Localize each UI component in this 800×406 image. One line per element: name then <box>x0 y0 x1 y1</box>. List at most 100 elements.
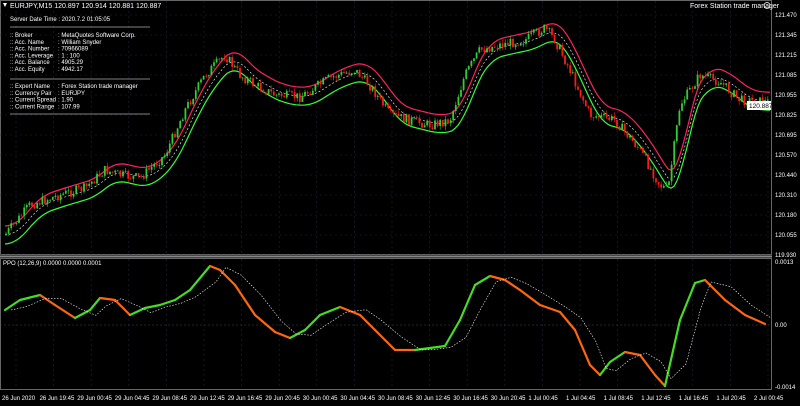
candle-body <box>631 135 634 141</box>
candle-body <box>634 141 637 147</box>
time-axis-label: 29 Jun 04:45 <box>115 396 150 402</box>
candle-body <box>439 119 442 126</box>
candle-body <box>220 58 223 60</box>
expert-info-label: :: Currency Pair <box>10 91 52 97</box>
time-axis-label: 1 Jul 08:45 <box>604 396 634 402</box>
candle-body <box>54 195 57 197</box>
candle-body <box>423 125 426 128</box>
candle-body <box>436 120 439 127</box>
candle-body <box>75 185 78 194</box>
candle-body <box>603 113 605 116</box>
candle-body <box>236 65 239 69</box>
candle-body <box>298 93 301 102</box>
candle-body <box>166 152 169 156</box>
candle-body <box>150 166 153 170</box>
candle-body <box>486 48 488 53</box>
candle-body <box>20 215 23 217</box>
candle-body <box>720 83 722 85</box>
time-axis-label: 29 Jun 00:45 <box>77 396 112 402</box>
candle-body <box>197 82 200 91</box>
candle-body <box>135 173 137 176</box>
candle-body <box>207 75 210 77</box>
candle-body <box>171 133 174 144</box>
candle-body <box>280 93 283 97</box>
osc-axis-label: -0.0014 <box>775 385 796 391</box>
candle-body <box>262 90 265 93</box>
candle-body <box>309 93 312 95</box>
candle-body <box>233 65 236 67</box>
time-axis-label: 1 Jul 04:45 <box>566 396 596 402</box>
candle-body <box>49 199 52 201</box>
expert-info-value: : 107.99 <box>58 104 80 110</box>
candle-body <box>64 190 67 194</box>
candle-body <box>285 90 288 98</box>
candle-body <box>722 83 725 85</box>
expert-info-value: : 1.90 <box>58 98 74 104</box>
candle-body <box>291 91 293 93</box>
account-info-value: : 1 : 100 <box>58 53 80 59</box>
candle-body <box>129 178 132 180</box>
candle-body <box>41 196 44 205</box>
candle-body <box>257 83 260 87</box>
candle-body <box>15 222 18 224</box>
candle-body <box>244 77 247 84</box>
account-info-label: :: Broker <box>10 33 33 39</box>
candle-body <box>374 86 377 97</box>
candle-body <box>379 95 382 98</box>
candle-body <box>189 102 192 105</box>
candle-body <box>569 65 572 74</box>
candle-body <box>400 114 403 117</box>
candle-body <box>148 168 150 170</box>
candle-body <box>597 116 600 118</box>
candle-body <box>187 102 189 109</box>
candle-body <box>80 186 83 192</box>
candle-body <box>704 75 707 77</box>
account-info-label: :: Acc. Name <box>10 40 45 46</box>
current-price-tag: 120.887 <box>747 101 773 110</box>
candle-body <box>25 205 28 208</box>
candle-body <box>499 43 501 49</box>
candle-body <box>366 75 369 86</box>
candle-body <box>184 108 187 120</box>
expert-info-label: :: Current Spread <box>10 98 56 104</box>
candle-body <box>200 79 202 83</box>
candle-body <box>252 78 254 87</box>
candle-body <box>605 113 608 118</box>
candle-body <box>608 117 611 121</box>
candle-body <box>205 75 208 77</box>
candle-body <box>293 92 296 99</box>
candle-body <box>480 47 483 50</box>
candle-body <box>311 90 314 95</box>
trading-chart[interactable]: 121.470121.345121.215121.085120.955120.8… <box>0 0 800 406</box>
price-axis-label: 120.570 <box>775 153 797 159</box>
time-axis-label: 2 Jul 00:45 <box>754 396 784 402</box>
price-axis-label: 120.695 <box>775 133 797 139</box>
account-info-value: : MetaQuotes Software Corp. <box>58 33 136 39</box>
candle-body <box>202 75 205 80</box>
candle-body <box>574 72 577 87</box>
candle-body <box>340 71 343 75</box>
candle-body <box>699 74 702 79</box>
candle-body <box>278 93 280 95</box>
candle-body <box>158 165 161 166</box>
candle-body <box>59 194 62 201</box>
current-price: 120.887 <box>749 103 773 110</box>
candle-body <box>504 42 507 47</box>
candle-body <box>730 92 733 97</box>
candle-body <box>616 119 618 127</box>
candle-body <box>556 43 559 50</box>
account-info-value: : 70966089 <box>58 47 89 53</box>
candle-body <box>259 83 262 91</box>
candle-body <box>83 183 85 192</box>
account-info-value: : 4905.29 <box>58 60 84 66</box>
candle-body <box>132 175 135 179</box>
candle-body <box>38 203 41 205</box>
candle-body <box>491 46 494 52</box>
time-axis-label: 30 Jun 20:45 <box>491 396 526 402</box>
candle-body <box>642 148 644 153</box>
candle-body <box>639 147 642 149</box>
candle-body <box>441 119 444 127</box>
candle-body <box>324 77 327 79</box>
candle-body <box>387 104 390 109</box>
candle-body <box>304 91 306 97</box>
